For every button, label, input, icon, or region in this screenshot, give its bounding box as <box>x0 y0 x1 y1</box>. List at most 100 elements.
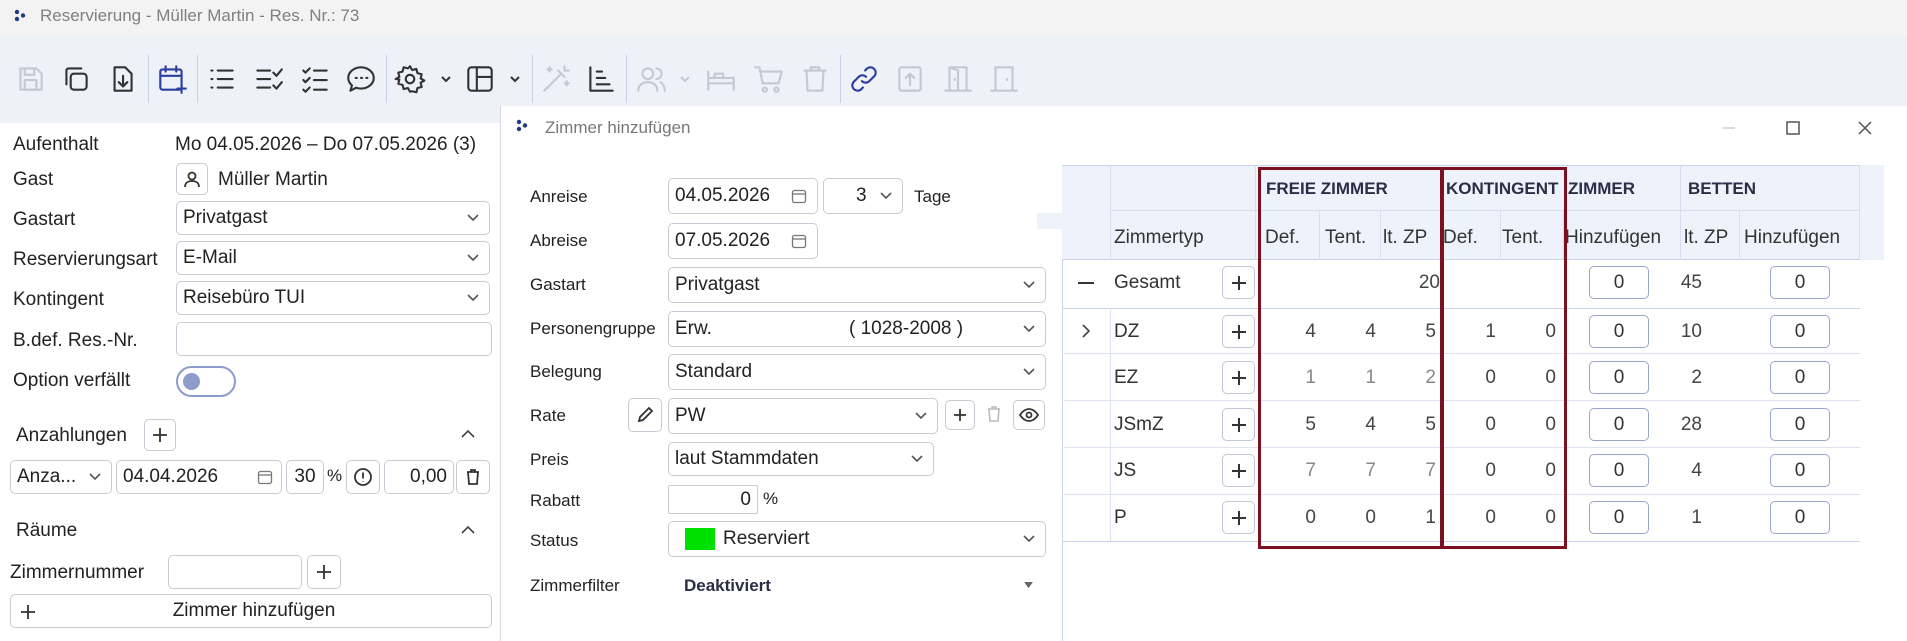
personengruppe-select[interactable]: Erw. ( 1028-2008 ) <box>668 311 1046 347</box>
abreise-value: 07.05.2026 <box>675 230 771 251</box>
add-total-button[interactable] <box>1222 266 1255 299</box>
rabatt-input[interactable]: 0 <box>668 485 758 514</box>
preis-select[interactable]: laut Stammdaten <box>668 442 934 476</box>
bdef-label: B.def. Res.-Nr. <box>13 330 138 351</box>
add-room-button[interactable] <box>1222 408 1255 441</box>
row-betten-input[interactable]: 0 <box>1770 501 1830 534</box>
chevron-up-icon[interactable] <box>460 524 476 536</box>
calendar-add-icon[interactable] <box>154 61 190 97</box>
status-select[interactable]: Reserviert <box>668 521 1046 557</box>
bed-icon[interactable] <box>703 61 739 97</box>
row-zimmer-input[interactable]: 0 <box>1589 501 1649 534</box>
gastart-select[interactable]: Privatgast <box>176 201 490 235</box>
list-icon[interactable] <box>204 61 240 97</box>
expand-icon[interactable] <box>1080 323 1092 339</box>
anzahlung-info-button[interactable] <box>346 460 380 494</box>
belegung-select[interactable]: Standard <box>668 354 1046 390</box>
eye-icon[interactable] <box>1013 400 1045 430</box>
trash-icon[interactable] <box>984 404 1006 426</box>
total-betten-input[interactable]: 0 <box>1770 266 1830 299</box>
bdef-res-nr-input[interactable] <box>176 322 492 356</box>
add-room-button[interactable] <box>1222 315 1255 348</box>
reservierungsart-select[interactable]: E-Mail <box>176 241 490 275</box>
door-icon[interactable] <box>986 61 1022 97</box>
dialog-gastart-select[interactable]: Privatgast <box>668 267 1046 303</box>
zimmer-header: ZIMMER <box>1568 179 1636 198</box>
add-rate-button[interactable] <box>945 400 975 430</box>
list-check-icon[interactable] <box>250 61 286 97</box>
row-zimmer-input[interactable]: 0 <box>1589 454 1649 487</box>
rate-select[interactable]: PW <box>668 398 938 434</box>
chat-icon[interactable] <box>343 61 379 97</box>
anzahlung-date-input[interactable]: 04.04.2026 <box>116 460 282 494</box>
close-icon[interactable] <box>1855 118 1875 138</box>
chevron-down-icon <box>467 254 479 262</box>
row-type: DZ <box>1114 321 1140 342</box>
add-anzahlung-button[interactable] <box>144 419 176 451</box>
row-betten-input[interactable]: 0 <box>1770 408 1830 441</box>
anzahlung-amount-input[interactable]: 0,00 <box>384 460 454 494</box>
gear-icon[interactable] <box>392 61 428 97</box>
row-betten-ltzp: 1 <box>1691 507 1702 528</box>
collapse-icon[interactable] <box>1078 282 1094 284</box>
calendar-icon[interactable] <box>791 188 807 204</box>
zimmerfilter-select[interactable]: Deaktiviert <box>684 574 1034 600</box>
checklist-icon[interactable] <box>297 61 333 97</box>
total-zimmer-input[interactable]: 0 <box>1589 266 1649 299</box>
edit-rate-button[interactable] <box>628 398 662 432</box>
plus-icon <box>19 603 37 621</box>
zimmer-hinzufuegen-button[interactable]: Zimmer hinzufügen <box>10 594 492 628</box>
row-zimmer-input[interactable]: 0 <box>1589 361 1649 394</box>
row-betten-input[interactable]: 0 <box>1770 361 1830 394</box>
gast-value[interactable]: Müller Martin <box>218 169 328 191</box>
link-icon[interactable] <box>846 61 882 97</box>
col-zimmer-hinzufuegen[interactable]: Hinzufügen <box>1565 227 1661 249</box>
guest-profile-button[interactable] <box>176 163 208 195</box>
chevron-up-icon[interactable] <box>460 428 476 440</box>
calendar-icon[interactable] <box>257 469 273 485</box>
import-icon[interactable] <box>104 61 140 97</box>
personengruppe-value: Erw. <box>675 318 712 339</box>
chart-icon[interactable] <box>583 61 619 97</box>
add-room-button[interactable] <box>1222 454 1255 487</box>
row-betten-input[interactable]: 0 <box>1770 315 1830 348</box>
trash-icon[interactable] <box>797 61 833 97</box>
copy-icon[interactable] <box>58 61 94 97</box>
door-open-icon[interactable] <box>940 61 976 97</box>
abreise-date-input[interactable]: 07.05.2026 <box>668 223 818 259</box>
col-betten-hinzufuegen[interactable]: Hinzufügen <box>1744 227 1840 249</box>
col-betten-ltzp[interactable]: lt. ZP <box>1684 227 1728 249</box>
add-zimmernummer-button[interactable] <box>307 555 341 589</box>
anzahlung-date-value: 04.04.2026 <box>123 466 219 487</box>
anreise-date-input[interactable]: 04.05.2026 <box>668 178 818 214</box>
row-type: JSmZ <box>1114 414 1164 435</box>
anzahlung-type-select[interactable]: Anza... <box>10 460 112 494</box>
row-betten-input[interactable]: 0 <box>1770 454 1830 487</box>
minimize-icon[interactable] <box>1719 118 1739 138</box>
option-toggle[interactable] <box>176 366 236 397</box>
row-type: JS <box>1114 460 1137 481</box>
rate-label: Rate <box>530 406 566 425</box>
add-room-button[interactable] <box>1222 361 1255 394</box>
row-zimmer-input[interactable]: 0 <box>1589 408 1649 441</box>
col-zimmertyp[interactable]: Zimmertyp <box>1114 227 1204 249</box>
anzahlung-percent-input[interactable]: 30 <box>286 460 324 494</box>
save-icon[interactable] <box>12 61 48 97</box>
nights-unit: Tage <box>914 187 951 206</box>
row-betten-ltzp: 2 <box>1691 367 1702 388</box>
nights-select[interactable]: 3 <box>823 178 903 214</box>
percent-sign: % <box>327 466 343 485</box>
maximize-icon[interactable] <box>1783 118 1803 138</box>
calendar-icon[interactable] <box>791 233 807 249</box>
users-icon[interactable] <box>633 61 669 97</box>
kontingent-select[interactable]: Reisebüro TUI <box>176 281 490 315</box>
layout-icon[interactable] <box>462 61 498 97</box>
zimmernummer-input[interactable] <box>168 555 302 589</box>
upload-icon[interactable] <box>892 61 928 97</box>
add-room-button[interactable] <box>1222 501 1255 534</box>
cart-icon[interactable] <box>751 61 787 97</box>
magic-wand-icon[interactable] <box>538 61 574 97</box>
row-zimmer-input[interactable]: 0 <box>1589 315 1649 348</box>
kontingent-label: Kontingent <box>13 289 104 310</box>
delete-anzahlung-button[interactable] <box>456 460 490 494</box>
